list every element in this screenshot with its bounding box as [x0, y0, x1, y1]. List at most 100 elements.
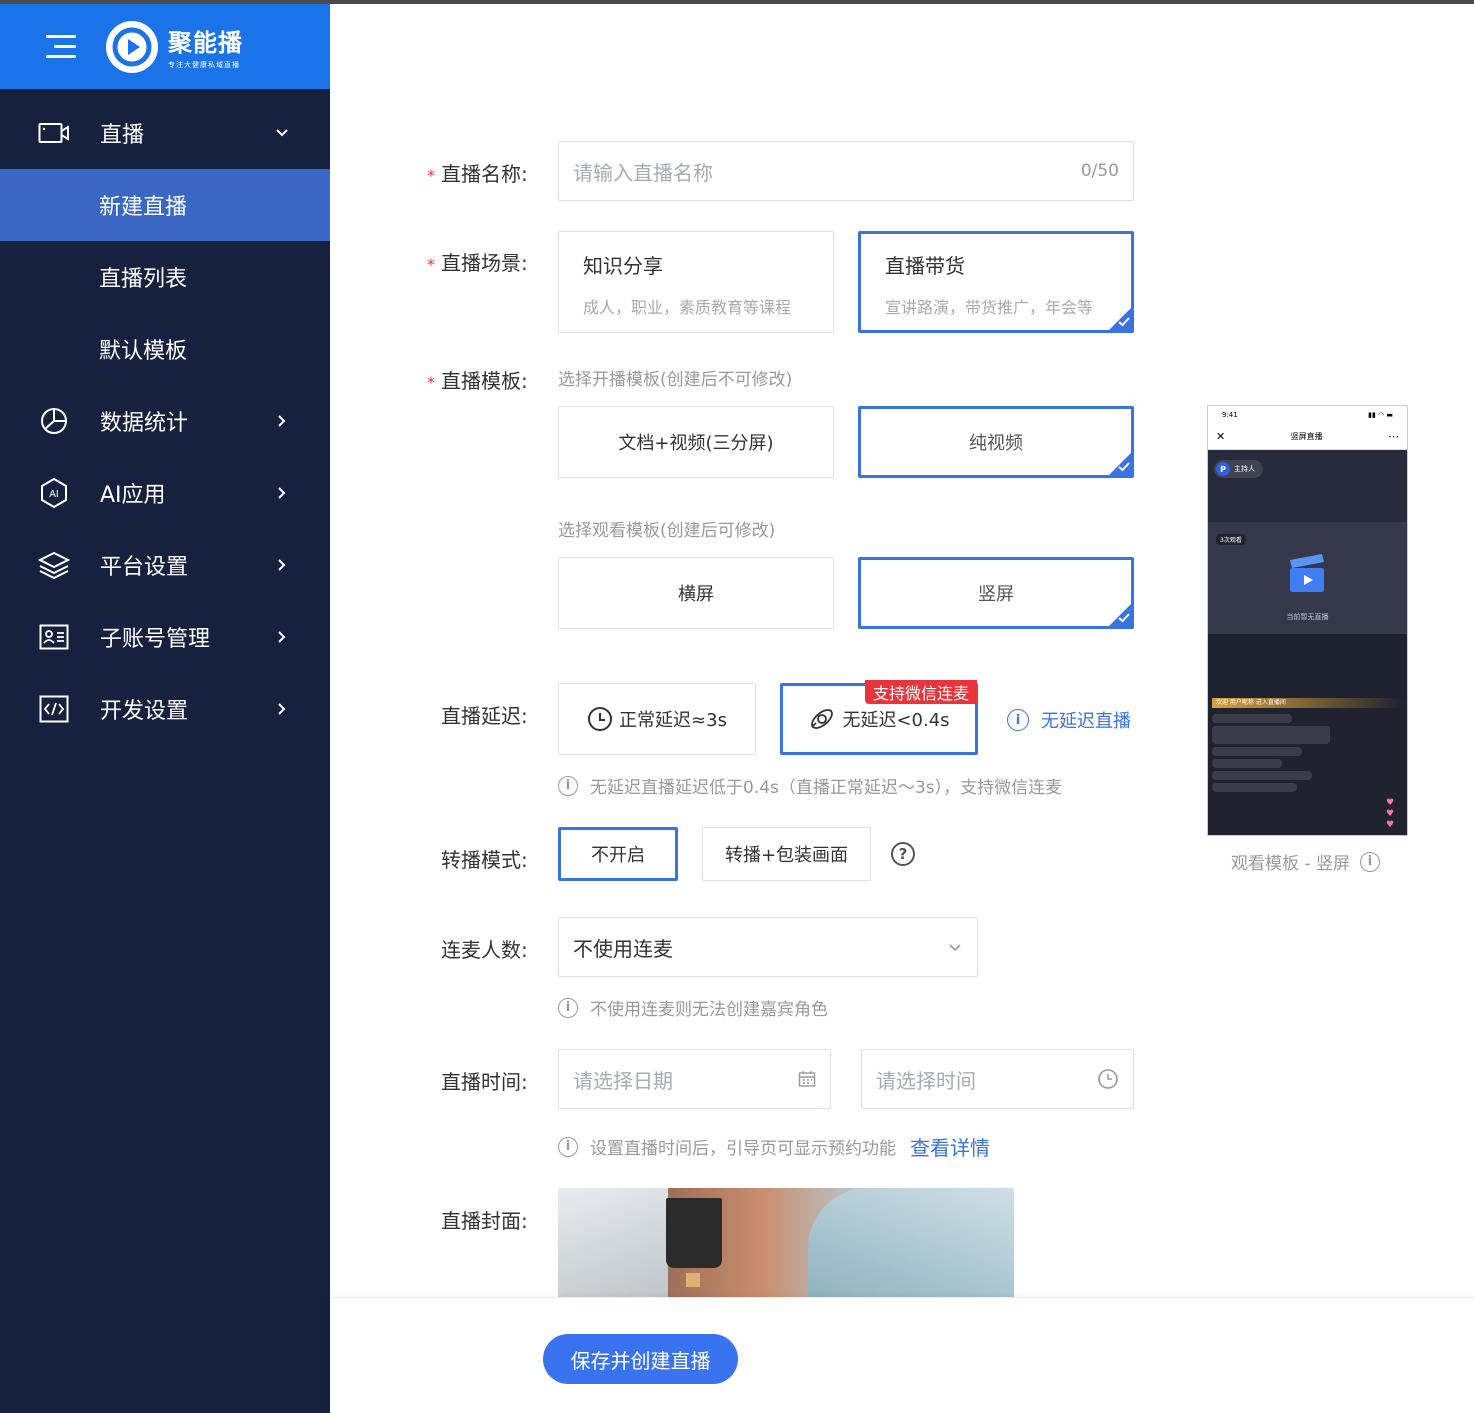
- ai-hexagon-icon: AI: [38, 477, 70, 509]
- clock-icon: [588, 707, 613, 731]
- phone-host-area: P 主持人: [1208, 450, 1407, 522]
- clapperboard-icon: [1290, 554, 1324, 592]
- cover-image[interactable]: [558, 1188, 1014, 1297]
- delay-hint: i 无延迟直播延迟低于0.4s（直播正常延迟～3s），支持微信连麦: [558, 773, 1062, 798]
- relay-option-off[interactable]: 不开启: [558, 827, 678, 881]
- view-details-link[interactable]: 查看详情: [910, 1132, 990, 1161]
- portrait-preview-phone: 9:41 ▮▮ ◠ ▬ ✕ 竖屏直播 ⋯ P 主持人 3次观看 当前暂无直播 欢…: [1207, 405, 1408, 836]
- relay-option-package[interactable]: 转播+包装画面: [702, 827, 871, 881]
- sidebar-item-label: 数据统计: [100, 411, 189, 436]
- sidebar-item-label: AI应用: [100, 483, 166, 508]
- brand-slogan: 专注大健康私域直播: [168, 61, 240, 69]
- sidebar-item-developer[interactable]: 开发设置: [0, 673, 330, 745]
- sidebar-item-ai[interactable]: AI AI应用: [0, 457, 330, 529]
- mic-count-label: 连麦人数:: [441, 938, 528, 962]
- wechat-mic-badge: 支持微信连麦: [865, 680, 978, 704]
- pie-chart-icon: [38, 407, 70, 435]
- cover-laptop-shape: [558, 1188, 668, 1297]
- time-placeholder: 请选择时间: [876, 1068, 976, 1093]
- sidebar: 聚能播 专注大健康私域直播 直播 新建直播 直播列表 默认模板 数据统计 AI …: [0, 4, 330, 1413]
- chevron-right-icon: [278, 415, 286, 427]
- id-card-icon: [38, 623, 70, 651]
- svg-text:AI: AI: [49, 489, 58, 500]
- selected-check-icon: [1108, 452, 1132, 476]
- host-avatar: P: [1216, 462, 1230, 476]
- host-name: 主持人: [1234, 465, 1255, 473]
- scene-option-title: 知识分享: [583, 254, 663, 278]
- live-scene-label: * 直播场景:: [427, 251, 528, 275]
- chevron-right-icon: [278, 631, 286, 643]
- cover-tag-shape: [686, 1273, 700, 1287]
- logo-icon: [106, 20, 158, 73]
- live-name-counter: 0/50: [1080, 161, 1119, 181]
- live-name-input[interactable]: 请输入直播名称 0/50: [558, 141, 1134, 201]
- sidebar-item-platform[interactable]: 平台设置: [0, 529, 330, 601]
- help-icon[interactable]: ?: [891, 842, 915, 866]
- live-time-label: 直播时间:: [441, 1070, 528, 1094]
- date-picker-input[interactable]: 请选择日期: [558, 1049, 831, 1109]
- date-placeholder: 请选择日期: [573, 1068, 673, 1093]
- mic-count-value: 不使用连麦: [573, 936, 673, 961]
- watch-option-portrait[interactable]: 竖屏: [858, 557, 1134, 629]
- mic-hint-text: 不使用连麦则无法创建嘉宾角色: [590, 1000, 828, 1020]
- template-option-doc-video[interactable]: 文档+视频(三分屏): [558, 406, 834, 478]
- info-icon: i: [1007, 709, 1029, 731]
- sidebar-item-label: 平台设置: [100, 555, 189, 580]
- delay-option-normal[interactable]: 正常延迟≈3s: [558, 683, 756, 755]
- preview-caption: 观看模板 - 竖屏 i: [1231, 849, 1380, 874]
- phone-chat-area: 欢迎 用户昵称 进入直播间 ♥ ♥ ♥: [1208, 698, 1407, 835]
- scene-option-knowledge[interactable]: 知识分享 成人，职业，素质教育等课程: [558, 231, 834, 333]
- sidebar-subitem-new-live[interactable]: 新建直播: [0, 169, 330, 241]
- chevron-right-icon: [278, 559, 286, 571]
- info-icon: i: [558, 997, 578, 1018]
- chevron-right-icon: [278, 487, 286, 499]
- video-camera-icon: [38, 119, 70, 147]
- scene-option-ecommerce[interactable]: 直播带货 宣讲路演，带货推广，年会等: [858, 231, 1134, 333]
- template-option-pure-video[interactable]: 纯视频: [858, 406, 1134, 478]
- phone-status-bar: 9:41 ▮▮ ◠ ▬: [1208, 406, 1407, 424]
- live-name-placeholder: 请输入直播名称: [573, 160, 713, 185]
- logo-text: 聚能播 专注大健康私域直播: [168, 23, 243, 70]
- phone-title: 竖屏直播: [1290, 432, 1323, 441]
- chevron-down-icon: [949, 944, 961, 952]
- zero-delay-link[interactable]: i 无延迟直播: [1007, 707, 1131, 733]
- watch-option-landscape[interactable]: 横屏: [558, 557, 834, 629]
- delay-option-zero[interactable]: 无延迟<0.4s 支持微信连麦: [780, 680, 978, 755]
- chevron-right-icon: [278, 703, 286, 715]
- mic-count-select[interactable]: 不使用连麦: [558, 917, 978, 977]
- sidebar-menu: 直播 新建直播 直播列表 默认模板 数据统计 AI AI应用 平台设置 子账号管…: [0, 97, 330, 745]
- brand-bar: 聚能播 专注大健康私域直播: [0, 4, 330, 89]
- cover-cup-shape: [666, 1198, 722, 1268]
- live-cover-label: 直播封面:: [441, 1209, 528, 1233]
- menu-toggle-icon[interactable]: [46, 34, 76, 59]
- scene-option-title: 直播带货: [885, 254, 965, 278]
- sidebar-item-label: 子账号管理: [100, 627, 211, 652]
- selected-check-icon: [1108, 603, 1132, 627]
- selected-check-icon: [1108, 307, 1132, 331]
- clock-icon: [1098, 1069, 1118, 1089]
- info-icon: i: [558, 775, 578, 796]
- sidebar-item-live[interactable]: 直播: [0, 97, 330, 169]
- info-icon[interactable]: i: [1359, 851, 1380, 872]
- save-create-button[interactable]: 保存并创建直播: [543, 1334, 738, 1384]
- calendar-icon: [798, 1071, 816, 1087]
- close-icon: ✕: [1216, 430, 1226, 443]
- live-delay-label: 直播延迟:: [441, 704, 528, 728]
- chat-lines: [1212, 714, 1332, 792]
- time-picker-input[interactable]: 请选择时间: [861, 1049, 1134, 1109]
- top-header: [330, 4, 1474, 89]
- relay-mode-label: 转播模式:: [441, 848, 528, 872]
- sidebar-subitem-live-list[interactable]: 直播列表: [0, 241, 330, 313]
- sidebar-item-statistics[interactable]: 数据统计: [0, 385, 330, 457]
- cover-person-shape: [808, 1188, 1014, 1297]
- sidebar-item-label: 开发设置: [100, 699, 189, 724]
- zero-delay-link-text: 无延迟直播: [1041, 711, 1131, 732]
- rocket-icon: [811, 709, 834, 729]
- sidebar-item-subaccount[interactable]: 子账号管理: [0, 601, 330, 673]
- time-hint-text: 设置直播时间后，引导页可显示预约功能: [590, 1139, 896, 1159]
- brand-name: 聚能播: [168, 29, 243, 57]
- delay-hint-text: 无延迟直播延迟低于0.4s（直播正常延迟～3s），支持微信连麦: [590, 778, 1063, 798]
- phone-signal-icon: ▮▮ ◠ ▬: [1368, 411, 1393, 419]
- sidebar-subitem-default-template[interactable]: 默认模板: [0, 313, 330, 385]
- code-icon: [38, 695, 70, 723]
